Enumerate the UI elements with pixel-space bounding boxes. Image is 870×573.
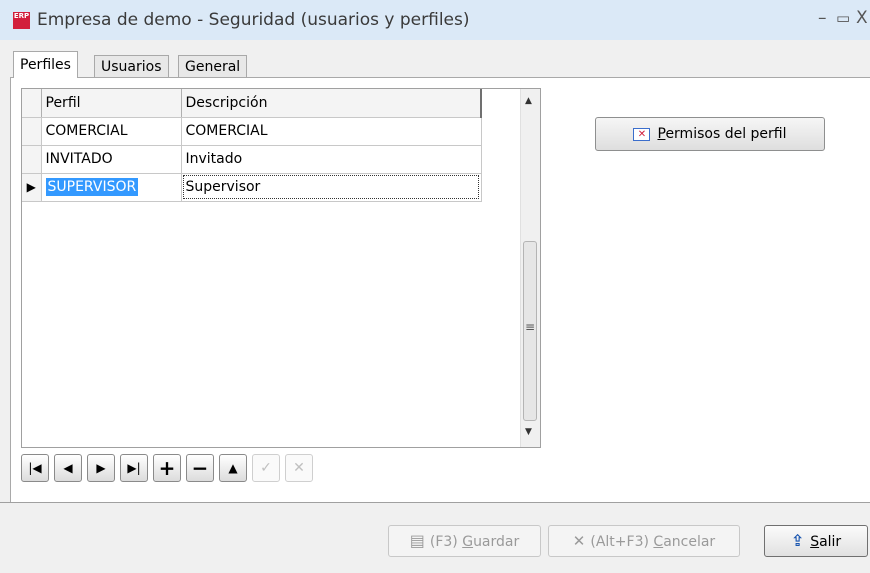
footer-toolbar: ▤ (F3) Guardar ✕ (Alt+F3) Cancelar ⇪ Salir (0, 502, 870, 573)
tab-bar: Perfiles Usuarios General (0, 40, 870, 78)
permisos-label: ermisos del perfil (665, 126, 787, 142)
cancelar-label: ancelar (663, 534, 716, 550)
salir-mnemonic: S (810, 534, 820, 550)
tab-perfiles[interactable]: Perfiles (13, 51, 78, 78)
cell-descripcion[interactable]: Invitado (181, 145, 482, 174)
row-indicator (22, 145, 42, 174)
next-record-icon[interactable]: ▶ (87, 454, 115, 482)
edit-record-icon[interactable]: ▲ (219, 454, 247, 482)
tab-usuarios[interactable]: Usuarios (94, 55, 169, 78)
indicator-header (22, 89, 42, 118)
cell-perfil[interactable]: INVITADO (41, 145, 182, 174)
column-header-descripcion[interactable]: Descripción (181, 89, 482, 118)
row-indicator (22, 117, 42, 146)
insert-record-icon[interactable]: + (153, 454, 181, 482)
guardar-mnemonic: G (462, 534, 474, 550)
salir-label: alir (819, 534, 842, 550)
profiles-grid[interactable]: Perfil Descripción COMERCIAL COMERCIAL I… (21, 88, 541, 448)
column-header-perfil[interactable]: Perfil (41, 89, 182, 118)
save-icon: ▤ (409, 531, 425, 550)
current-row-arrow-icon: ▶ (22, 173, 42, 202)
last-record-icon[interactable]: ▶| (120, 454, 148, 482)
cancelar-shortcut: (Alt+F3) (590, 534, 654, 550)
title-bar[interactable]: ERP Empresa de demo - Seguridad (usuario… (0, 0, 870, 40)
cell-descripcion[interactable]: COMERCIAL (181, 117, 482, 146)
table-row[interactable]: COMERCIAL COMERCIAL (22, 117, 482, 146)
envelope-icon: ✕ (633, 127, 651, 141)
cell-descripcion[interactable]: Supervisor (181, 173, 482, 202)
guardar-shortcut: (F3) (429, 534, 463, 550)
cancelar-button[interactable]: ✕ (Alt+F3) Cancelar (548, 525, 740, 557)
delete-record-icon[interactable]: − (186, 454, 214, 482)
exit-icon: ⇪ (790, 531, 805, 550)
security-window: ERP Empresa de demo - Seguridad (usuario… (0, 0, 870, 573)
scroll-thumb[interactable]: ≡ (523, 241, 537, 421)
salir-button[interactable]: ⇪ Salir (764, 525, 868, 557)
guardar-label: uardar (473, 534, 520, 550)
cancel-icon: ✕ (572, 532, 586, 550)
cell-perfil[interactable]: COMERCIAL (41, 117, 182, 146)
maximize-icon[interactable]: ▭ (836, 9, 850, 27)
scroll-up-icon[interactable]: ▲ (525, 96, 532, 106)
guardar-button[interactable]: ▤ (F3) Guardar (388, 525, 541, 557)
erp-app-icon: ERP (13, 12, 30, 29)
post-edit-icon[interactable]: ✓ (252, 454, 280, 482)
grid-header-row: Perfil Descripción (22, 89, 482, 118)
table-row[interactable]: ▶ SUPERVISOR Supervisor (22, 173, 482, 202)
vertical-scrollbar[interactable]: ▲ ≡ ▼ (520, 89, 540, 447)
close-icon[interactable]: X (856, 8, 868, 28)
minimize-icon[interactable]: – (818, 8, 827, 28)
grip-icon: ≡ (525, 320, 536, 334)
table-row[interactable]: INVITADO Invitado (22, 145, 482, 174)
cancel-edit-icon[interactable]: ✕ (285, 454, 313, 482)
cancelar-mnemonic: C (653, 534, 664, 550)
cell-perfil[interactable]: SUPERVISOR (41, 173, 182, 202)
tab-general[interactable]: General (178, 55, 248, 78)
scroll-down-icon[interactable]: ▼ (525, 427, 532, 437)
permisos-del-perfil-button[interactable]: ✕ Permisos del perfil (595, 117, 825, 151)
window-title: Empresa de demo - Seguridad (usuarios y … (37, 10, 470, 30)
first-record-icon[interactable]: |◀ (21, 454, 49, 482)
prior-record-icon[interactable]: ◀ (54, 454, 82, 482)
